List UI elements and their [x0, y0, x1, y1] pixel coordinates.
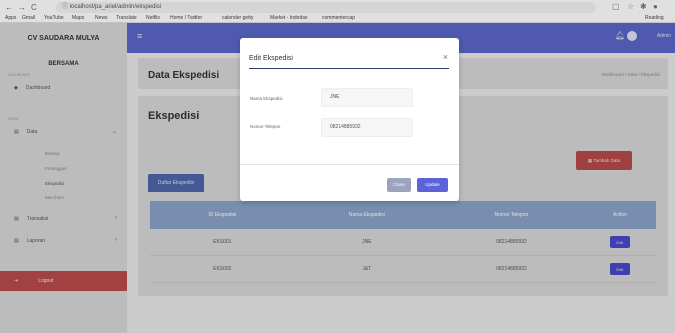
- nama-ekspedisi-label: Nama Ekspedisi: [250, 96, 283, 101]
- nama-ekspedisi-input[interactable]: JNE: [321, 88, 413, 107]
- close-button[interactable]: Close: [387, 178, 411, 192]
- modal-footer-divider: [240, 164, 459, 165]
- nomor-telepon-label: Nomor Telepon: [250, 124, 281, 129]
- modal-title: Edit Ekspedisi: [249, 55, 293, 62]
- close-icon[interactable]: ×: [443, 52, 448, 62]
- divider: [249, 68, 449, 69]
- edit-modal: Edit Ekspedisi × Nama Ekspedisi JNE Nomo…: [240, 38, 459, 201]
- update-button[interactable]: Update: [417, 178, 448, 192]
- nomor-telepon-input[interactable]: 08214885932: [321, 118, 413, 137]
